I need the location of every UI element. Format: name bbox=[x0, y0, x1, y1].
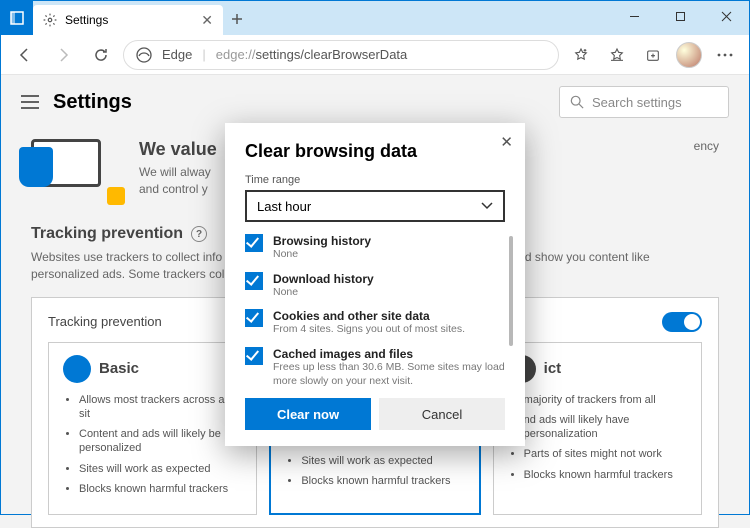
lock-icon bbox=[107, 187, 125, 205]
gear-icon bbox=[43, 13, 57, 27]
collections-icon[interactable] bbox=[637, 39, 669, 71]
refresh-button[interactable] bbox=[85, 39, 117, 71]
search-icon bbox=[570, 95, 584, 109]
privacy-illustration bbox=[31, 139, 121, 199]
edge-icon bbox=[136, 47, 152, 63]
shield-icon bbox=[19, 147, 53, 187]
hero-ency: ency bbox=[694, 139, 719, 199]
search-settings-input[interactable]: Search settings bbox=[559, 86, 729, 118]
close-window-button[interactable] bbox=[703, 1, 749, 31]
star-plus-icon[interactable] bbox=[565, 39, 597, 71]
tab-title: Settings bbox=[65, 13, 108, 27]
tracking-heading: Tracking prevention ? bbox=[31, 225, 719, 243]
profile-avatar[interactable] bbox=[673, 39, 705, 71]
strict-icon bbox=[508, 355, 536, 383]
page-title: Settings bbox=[53, 91, 132, 114]
basic-icon bbox=[63, 355, 91, 383]
toolbar: Edge | edge://settings/clearBrowserData bbox=[1, 35, 749, 75]
back-button[interactable] bbox=[9, 39, 41, 71]
close-icon[interactable]: ✕ bbox=[201, 12, 213, 29]
card-balanced[interactable]: ced Sites will work as expected Blocks k… bbox=[269, 342, 480, 516]
hamburger-icon[interactable] bbox=[21, 95, 39, 109]
tracking-toggle[interactable] bbox=[662, 312, 702, 332]
minimize-button[interactable] bbox=[611, 1, 657, 31]
tracking-desc: Websites use trackers to collect infos a… bbox=[31, 249, 719, 283]
app-icon bbox=[1, 1, 33, 35]
menu-button[interactable] bbox=[709, 39, 741, 71]
panel-label: Tracking prevention bbox=[48, 314, 162, 329]
browser-tab[interactable]: Settings ✕ bbox=[33, 5, 223, 35]
titlebar: Settings ✕ bbox=[1, 1, 749, 35]
card-strict[interactable]: ict majority of trackers from all nd ads… bbox=[493, 342, 702, 516]
address-app: Edge bbox=[162, 47, 192, 62]
forward-button[interactable] bbox=[47, 39, 79, 71]
window-controls bbox=[611, 1, 749, 31]
search-placeholder: Search settings bbox=[592, 95, 682, 110]
address-bar[interactable]: Edge | edge://settings/clearBrowserData bbox=[123, 40, 559, 70]
settings-content: We value We will alwayand control y ency… bbox=[1, 129, 749, 528]
balanced-icon bbox=[285, 356, 313, 384]
card-basic[interactable]: Basic Allows most trackers across all si… bbox=[48, 342, 257, 516]
tracking-panel: Tracking prevention Basic Allows most tr… bbox=[31, 297, 719, 528]
hero-heading: We value bbox=[139, 139, 217, 160]
info-icon[interactable]: ? bbox=[191, 226, 207, 242]
favorites-icon[interactable] bbox=[601, 39, 633, 71]
hero-text: We will alwayand control y bbox=[139, 164, 217, 198]
settings-header: Settings Search settings bbox=[1, 75, 749, 129]
address-url: edge://settings/clearBrowserData bbox=[216, 47, 408, 62]
new-tab-button[interactable] bbox=[223, 5, 251, 33]
maximize-button[interactable] bbox=[657, 1, 703, 31]
